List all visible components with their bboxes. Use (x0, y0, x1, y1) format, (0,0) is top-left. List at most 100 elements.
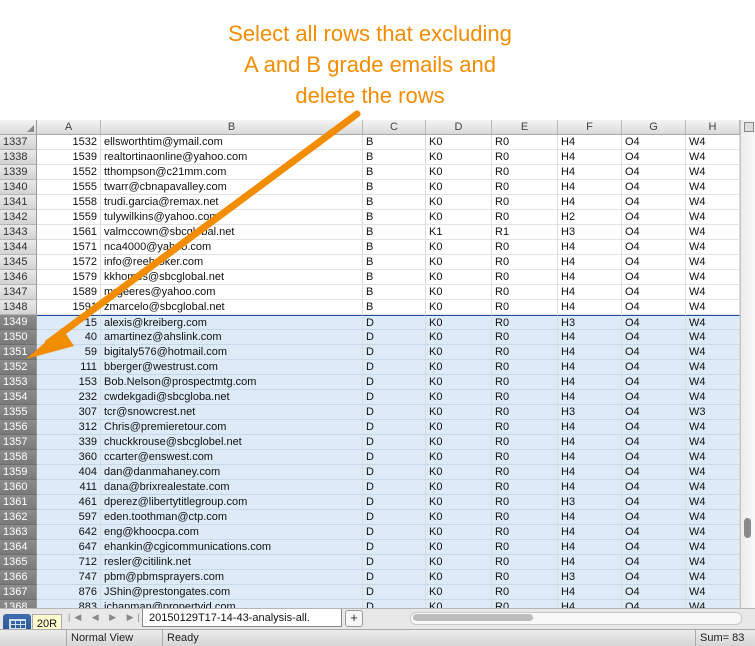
cell-c[interactable]: D (363, 570, 426, 585)
cell-b[interactable]: dan@danmahaney.com (101, 465, 363, 480)
cell-a[interactable]: 712 (37, 555, 101, 570)
cell-h[interactable]: W4 (686, 315, 740, 330)
cell-c[interactable]: D (363, 330, 426, 345)
cell-g[interactable]: O4 (622, 375, 686, 390)
cell-h[interactable]: W4 (686, 585, 740, 600)
table-row[interactable]: 1359 404 dan@danmahaney.com D K0 R0 H4 O4 W4 (0, 465, 740, 480)
cell-c[interactable]: B (363, 135, 426, 150)
table-row[interactable]: 1356 312 Chris@premieretour.com D K0 R0 H4 O4 W4 (0, 420, 740, 435)
cell-h[interactable]: W4 (686, 420, 740, 435)
cell-b[interactable]: ccarter@enswest.com (101, 450, 363, 465)
cell-d[interactable]: K0 (426, 585, 492, 600)
column-header-a[interactable]: A (37, 120, 101, 134)
cell-g[interactable]: O4 (622, 240, 686, 255)
cell-a[interactable]: 1571 (37, 240, 101, 255)
cell-a[interactable]: 1579 (37, 270, 101, 285)
column-header-c[interactable]: C (363, 120, 426, 134)
cell-e[interactable]: R0 (492, 135, 558, 150)
cell-g[interactable]: O4 (622, 285, 686, 300)
cell-f[interactable]: H4 (558, 345, 622, 360)
cell-b[interactable]: cwdekgadi@sbcgloba.net (101, 390, 363, 405)
cell-c[interactable]: D (363, 555, 426, 570)
cell-c[interactable]: B (363, 225, 426, 240)
table-row[interactable]: 1365 712 resler@citilink.net D K0 R0 H4 O4 W4 (0, 555, 740, 570)
table-row[interactable]: 1348 1591 zmarcelo@sbcglobal.net B K0 R0 H4 O4 W… (0, 300, 740, 315)
cell-e[interactable]: R0 (492, 270, 558, 285)
cell-f[interactable]: H3 (558, 495, 622, 510)
cell-a[interactable]: 339 (37, 435, 101, 450)
cell-a[interactable]: 360 (37, 450, 101, 465)
table-row[interactable]: 1344 1571 nca4000@yahoo.com B K0 R0 H4 O4 W4 (0, 240, 740, 255)
cell-f[interactable]: H4 (558, 420, 622, 435)
cell-h[interactable]: W4 (686, 225, 740, 240)
cell-a[interactable]: 307 (37, 405, 101, 420)
cell-d[interactable]: K0 (426, 150, 492, 165)
cell-g[interactable]: O4 (622, 465, 686, 480)
cell-f[interactable]: H4 (558, 555, 622, 570)
column-header-h[interactable]: H (686, 120, 740, 134)
cell-e[interactable]: R0 (492, 510, 558, 525)
column-header-d[interactable]: D (426, 120, 492, 134)
cell-a[interactable]: 111 (37, 360, 101, 375)
cell-d[interactable]: K0 (426, 165, 492, 180)
cell-e[interactable]: R0 (492, 165, 558, 180)
cell-c[interactable]: D (363, 465, 426, 480)
cell-c[interactable]: D (363, 435, 426, 450)
cell-g[interactable]: O4 (622, 135, 686, 150)
cell-e[interactable]: R0 (492, 405, 558, 420)
table-row[interactable]: 1337 1532 ellsworthtim@ymail.com B K0 R0 H4 O4 W… (0, 135, 740, 150)
cell-b[interactable]: tcr@snowcrest.net (101, 405, 363, 420)
cell-a[interactable]: 232 (37, 390, 101, 405)
cell-d[interactable]: K0 (426, 555, 492, 570)
cell-f[interactable]: H3 (558, 225, 622, 240)
cell-e[interactable]: R0 (492, 240, 558, 255)
cell-a[interactable]: 40 (37, 330, 101, 345)
vertical-scroll-thumb[interactable] (744, 518, 751, 538)
cell-a[interactable]: 1555 (37, 180, 101, 195)
cell-h[interactable]: W4 (686, 450, 740, 465)
row-header[interactable]: 1344 (0, 240, 37, 255)
cell-g[interactable]: O4 (622, 405, 686, 420)
cell-b[interactable]: zmarcelo@sbcglobal.net (101, 300, 363, 315)
cell-e[interactable]: R0 (492, 495, 558, 510)
cell-e[interactable]: R0 (492, 300, 558, 315)
cell-h[interactable]: W4 (686, 330, 740, 345)
cell-b[interactable]: eden.toothman@ctp.com (101, 510, 363, 525)
cell-a[interactable]: 1591 (37, 300, 101, 315)
table-row[interactable]: 1342 1559 tulywilkins@yahoo.com B K0 R0 H2 O4 W4 (0, 210, 740, 225)
cell-e[interactable]: R0 (492, 390, 558, 405)
cell-d[interactable]: K0 (426, 300, 492, 315)
cell-b[interactable]: nca4000@yahoo.com (101, 240, 363, 255)
cell-d[interactable]: K0 (426, 390, 492, 405)
column-header-e[interactable]: E (492, 120, 558, 134)
cell-f[interactable]: H4 (558, 150, 622, 165)
cell-g[interactable]: O4 (622, 435, 686, 450)
cell-f[interactable]: H4 (558, 360, 622, 375)
table-row[interactable]: 1341 1558 trudi.garcia@remax.net B K0 R0 H4 O4 W… (0, 195, 740, 210)
cell-d[interactable]: K0 (426, 345, 492, 360)
cell-c[interactable]: B (363, 255, 426, 270)
cell-h[interactable]: W4 (686, 255, 740, 270)
cell-d[interactable]: K0 (426, 255, 492, 270)
cell-d[interactable]: K0 (426, 375, 492, 390)
row-header[interactable]: 1359 (0, 465, 37, 480)
row-header[interactable]: 1367 (0, 585, 37, 600)
cell-f[interactable]: H4 (558, 165, 622, 180)
table-row[interactable]: 1354 232 cwdekgadi@sbcgloba.net D K0 R0 H4 O4 W4 (0, 390, 740, 405)
cell-a[interactable]: 642 (37, 525, 101, 540)
cell-g[interactable]: O4 (622, 225, 686, 240)
cell-h[interactable]: W4 (686, 165, 740, 180)
cell-a[interactable]: 1552 (37, 165, 101, 180)
cell-h[interactable]: W4 (686, 285, 740, 300)
cell-g[interactable]: O4 (622, 360, 686, 375)
row-header[interactable]: 1345 (0, 255, 37, 270)
cell-b[interactable]: ellsworthtim@ymail.com (101, 135, 363, 150)
table-row[interactable]: 1367 876 JShin@prestongates.com D K0 R0 H4 O4 W4 (0, 585, 740, 600)
cell-a[interactable]: 747 (37, 570, 101, 585)
table-row[interactable]: 1366 747 pbm@pbmsprayers.com D K0 R0 H3 O4 W4 (0, 570, 740, 585)
table-row[interactable]: 1340 1555 twarr@cbnapavalley.com B K0 R0 H4 O4 W… (0, 180, 740, 195)
cell-h[interactable]: W4 (686, 465, 740, 480)
row-header[interactable]: 1337 (0, 135, 37, 150)
cell-h[interactable]: W4 (686, 555, 740, 570)
cell-d[interactable]: K0 (426, 465, 492, 480)
